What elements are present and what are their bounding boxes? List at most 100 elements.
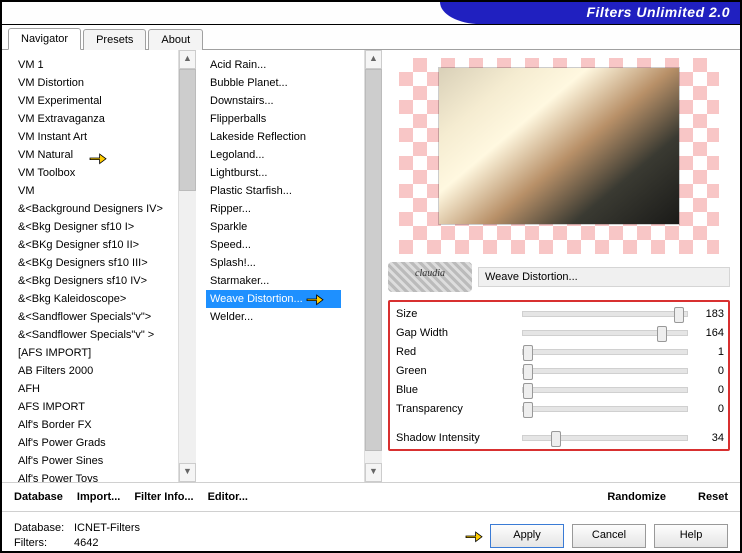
database-button[interactable]: Database: [14, 491, 63, 503]
category-scrollbar[interactable]: ▲ ▼: [178, 50, 196, 482]
param-label: Red: [396, 346, 516, 358]
param-label: Gap Width: [396, 327, 516, 339]
category-item[interactable]: VM Experimental: [14, 92, 178, 110]
param-label: Blue: [396, 384, 516, 396]
category-item[interactable]: AB Filters 2000: [14, 362, 178, 380]
category-item[interactable]: Alf's Power Toys: [14, 470, 178, 482]
filter-scrollbar[interactable]: ▲ ▼: [364, 50, 382, 482]
param-label: Shadow Intensity: [396, 432, 516, 444]
category-item[interactable]: &<BKg Designer sf10 II>: [14, 236, 178, 254]
watermark-badge: [388, 262, 472, 292]
randomize-button[interactable]: Randomize: [607, 491, 666, 503]
tab-strip: Navigator Presets About: [2, 25, 740, 50]
category-item[interactable]: &<Sandflower Specials"v" >: [14, 326, 178, 344]
filter-item[interactable]: Plastic Starfish...: [206, 182, 364, 200]
category-item[interactable]: VM: [14, 182, 178, 200]
slider-knob[interactable]: [674, 307, 684, 323]
filter-item[interactable]: Downstairs...: [206, 92, 364, 110]
scroll-up-icon[interactable]: ▲: [179, 50, 196, 69]
filter-item[interactable]: Starmaker...: [206, 272, 364, 290]
category-item[interactable]: VM Instant Art: [14, 128, 178, 146]
slider-knob[interactable]: [523, 383, 533, 399]
param-slider[interactable]: [522, 406, 688, 412]
param-value: 0: [694, 403, 724, 415]
scroll-down-icon[interactable]: ▼: [365, 463, 382, 482]
category-item[interactable]: Alf's Border FX: [14, 416, 178, 434]
reset-button[interactable]: Reset: [698, 491, 728, 503]
pointer-hand-icon: [88, 150, 108, 166]
pointer-hand-icon: [464, 528, 484, 544]
param-label: Size: [396, 308, 516, 320]
slider-knob[interactable]: [657, 326, 667, 342]
scroll-thumb[interactable]: [179, 69, 196, 191]
category-item[interactable]: Alf's Power Sines: [14, 452, 178, 470]
slider-knob[interactable]: [523, 364, 533, 380]
pointer-hand-icon: [305, 291, 325, 307]
category-item[interactable]: VM Toolbox: [14, 164, 178, 182]
preview-image: [399, 58, 719, 254]
category-item[interactable]: VM Distortion: [14, 74, 178, 92]
filter-item[interactable]: Lightburst...: [206, 164, 364, 182]
scroll-down-icon[interactable]: ▼: [179, 463, 196, 482]
tab-about[interactable]: About: [148, 29, 203, 50]
param-slider[interactable]: [522, 330, 688, 336]
category-item[interactable]: AFH: [14, 380, 178, 398]
param-row: Gap Width164: [396, 323, 724, 342]
category-column: VM 1VM DistortionVM ExperimentalVM Extra…: [2, 50, 196, 482]
filter-column: Acid Rain...Bubble Planet...Downstairs..…: [196, 50, 382, 482]
category-item[interactable]: VM 1: [14, 56, 178, 74]
scroll-up-icon[interactable]: ▲: [365, 50, 382, 69]
help-button[interactable]: Help: [654, 524, 728, 548]
slider-knob[interactable]: [523, 402, 533, 418]
category-item[interactable]: &<Sandflower Specials"v">: [14, 308, 178, 326]
param-slider[interactable]: [522, 435, 688, 441]
category-item[interactable]: &<BKg Designers sf10 III>: [14, 254, 178, 272]
param-slider[interactable]: [522, 311, 688, 317]
tab-navigator[interactable]: Navigator: [8, 28, 81, 50]
filter-item[interactable]: Splash!...: [206, 254, 364, 272]
filter-item[interactable]: Welder...: [206, 308, 364, 326]
scroll-track[interactable]: [365, 451, 382, 463]
category-item[interactable]: AFS IMPORT: [14, 398, 178, 416]
filter-list[interactable]: Acid Rain...Bubble Planet...Downstairs..…: [196, 50, 364, 482]
filter-item[interactable]: Weave Distortion...: [206, 290, 341, 308]
param-row: Blue 0: [396, 380, 724, 399]
filter-item[interactable]: Bubble Planet...: [206, 74, 364, 92]
filter-info-button[interactable]: Filter Info...: [134, 491, 193, 503]
slider-knob[interactable]: [523, 345, 533, 361]
app-window: Filters Unlimited 2.0 Navigator Presets …: [0, 0, 742, 553]
cancel-button[interactable]: Cancel: [572, 524, 646, 548]
filter-item[interactable]: Flipperballs: [206, 110, 364, 128]
filter-item[interactable]: Legoland...: [206, 146, 364, 164]
import-button[interactable]: Import...: [77, 491, 120, 503]
footer-meta: Database:ICNET-Filters Filters:4642: [14, 521, 140, 551]
param-value: 0: [694, 384, 724, 396]
param-value: 183: [694, 308, 724, 320]
scroll-thumb[interactable]: [365, 69, 382, 451]
app-title: Filters Unlimited 2.0: [586, 4, 730, 20]
category-item[interactable]: &<Background Designers IV>: [14, 200, 178, 218]
apply-button[interactable]: Apply: [490, 524, 564, 548]
filters-count-label: Filters:: [14, 536, 74, 551]
filter-item[interactable]: Acid Rain...: [206, 56, 364, 74]
category-item[interactable]: &<Bkg Kaleidoscope>: [14, 290, 178, 308]
param-slider[interactable]: [522, 368, 688, 374]
category-item[interactable]: [AFS IMPORT]: [14, 344, 178, 362]
editor-button[interactable]: Editor...: [208, 491, 248, 503]
filter-title: Weave Distortion...: [478, 267, 730, 287]
category-item[interactable]: &<Bkg Designers sf10 IV>: [14, 272, 178, 290]
param-slider[interactable]: [522, 349, 688, 355]
filter-item[interactable]: Lakeside Reflection: [206, 128, 364, 146]
filter-item[interactable]: Ripper...: [206, 200, 364, 218]
tab-presets[interactable]: Presets: [83, 29, 146, 50]
slider-knob[interactable]: [551, 431, 561, 447]
filter-item[interactable]: Speed...: [206, 236, 364, 254]
filter-item[interactable]: Sparkle: [206, 218, 364, 236]
category-list[interactable]: VM 1VM DistortionVM ExperimentalVM Extra…: [2, 50, 178, 482]
category-item[interactable]: &<Bkg Designer sf10 I>: [14, 218, 178, 236]
category-item[interactable]: Alf's Power Grads: [14, 434, 178, 452]
category-item[interactable]: VM Extravaganza: [14, 110, 178, 128]
param-label: Green: [396, 365, 516, 377]
scroll-track[interactable]: [179, 191, 196, 463]
param-slider[interactable]: [522, 387, 688, 393]
